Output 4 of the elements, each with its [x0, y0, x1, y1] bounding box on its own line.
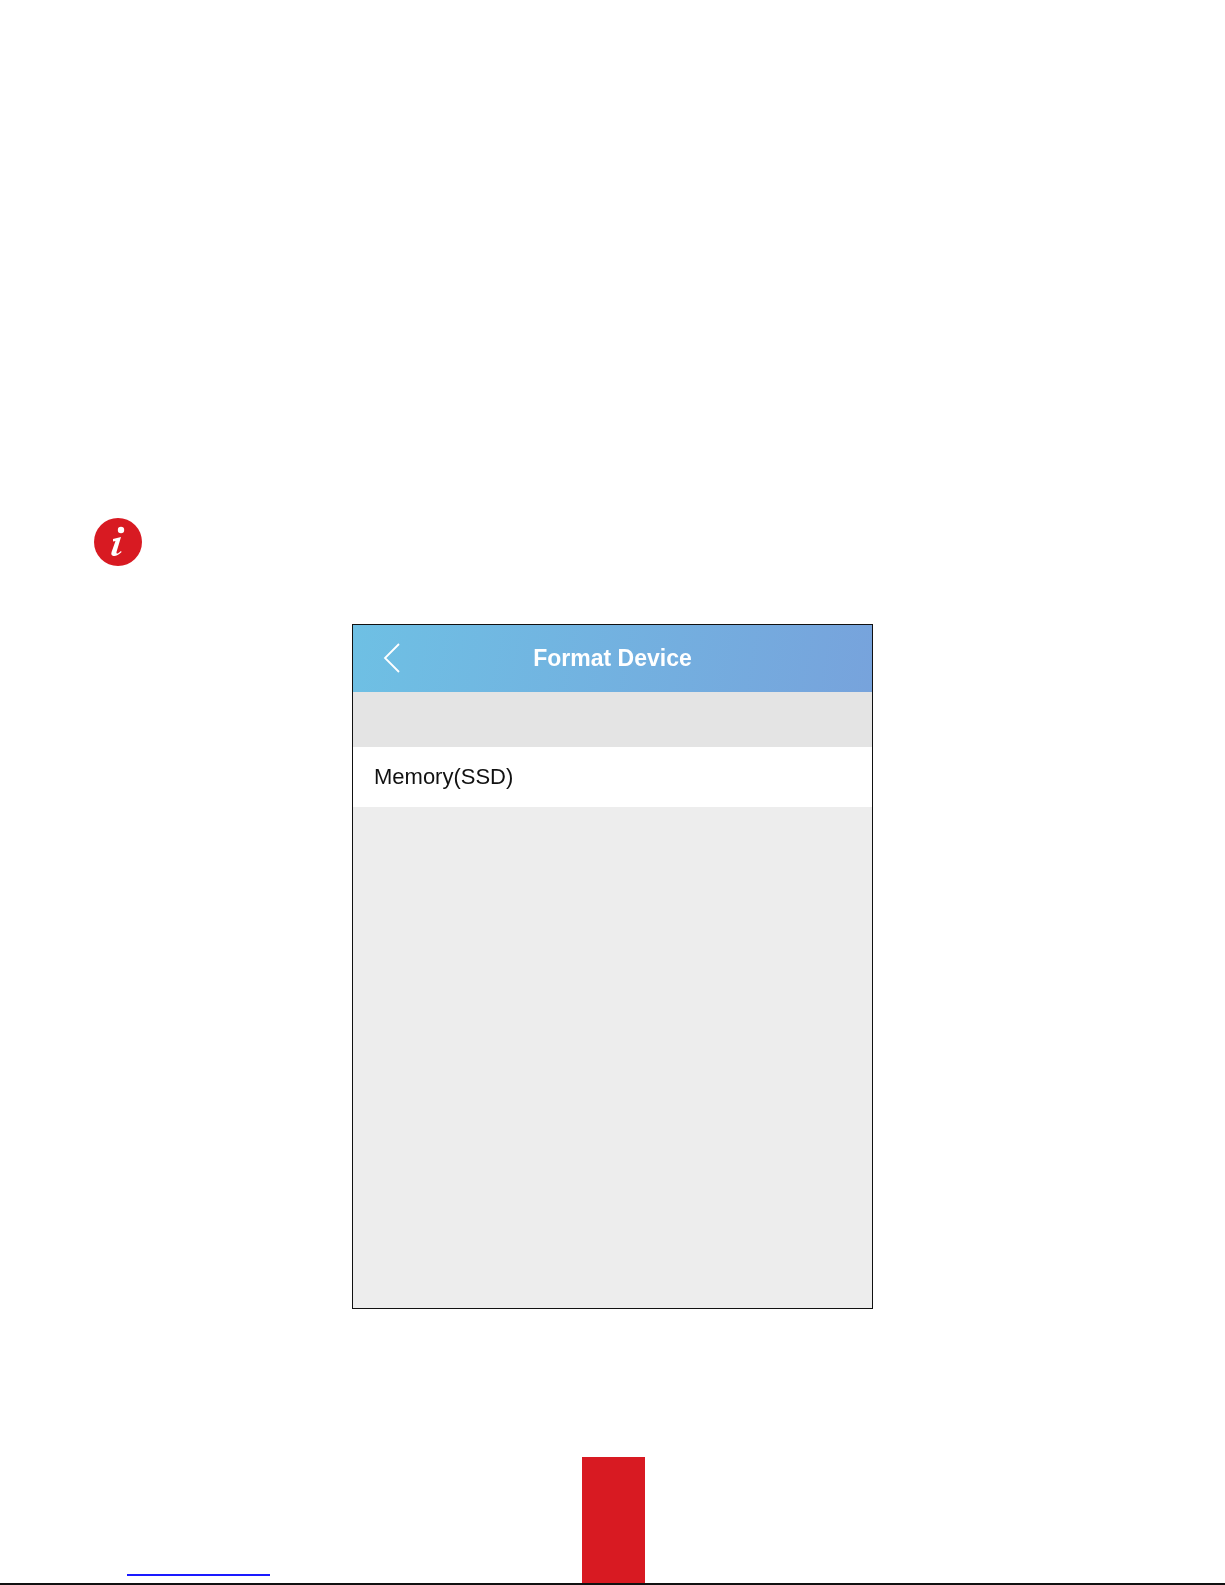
info-icon: [94, 518, 142, 566]
screen-title: Format Device: [533, 645, 692, 672]
list-item[interactable]: Memory(SSD): [353, 747, 872, 807]
back-icon[interactable]: [383, 643, 401, 673]
